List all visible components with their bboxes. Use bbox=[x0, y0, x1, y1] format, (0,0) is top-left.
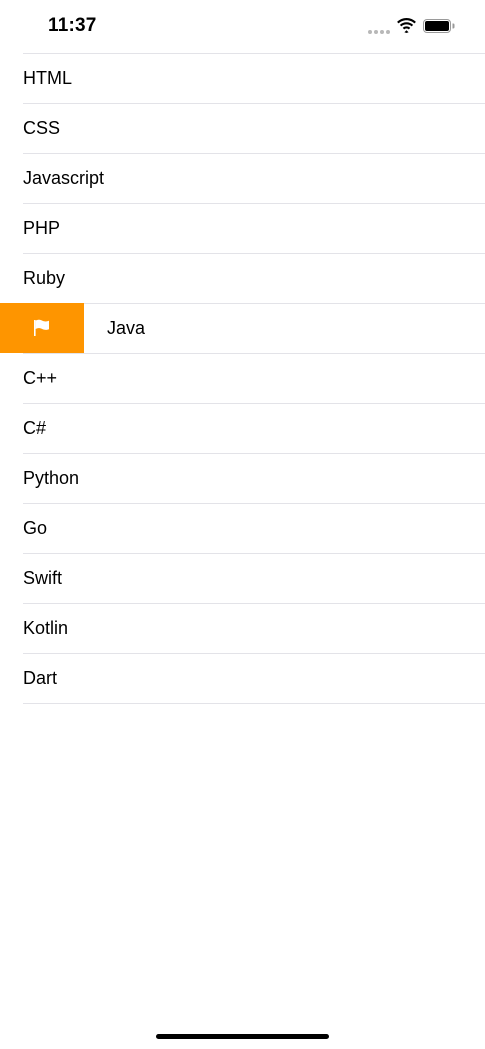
list-item[interactable]: Ruby bbox=[0, 253, 485, 303]
list-item-label: C++ bbox=[23, 368, 58, 388]
row-separator bbox=[23, 403, 485, 404]
cellular-signal-icon bbox=[368, 30, 390, 34]
list-item-content[interactable]: Kotlin bbox=[0, 603, 485, 653]
list-item-label: Swift bbox=[23, 568, 63, 588]
list-item-content[interactable]: Swift bbox=[0, 553, 485, 603]
row-separator bbox=[23, 353, 485, 354]
list-item-label: C# bbox=[23, 418, 47, 438]
row-separator bbox=[23, 53, 485, 54]
list-item-label: HTML bbox=[23, 68, 72, 88]
list-item-content[interactable]: Python bbox=[0, 453, 485, 503]
list-item-content[interactable]: C# bbox=[0, 403, 485, 453]
row-separator bbox=[23, 453, 485, 454]
list-item-label: PHP bbox=[23, 218, 61, 238]
list-item-label: Dart bbox=[23, 668, 58, 688]
list-item-label: Kotlin bbox=[23, 618, 69, 638]
list-item-label: Ruby bbox=[23, 268, 66, 288]
list-item-content[interactable]: CSS bbox=[0, 103, 485, 153]
list-item-content[interactable]: Javascript bbox=[0, 153, 485, 203]
battery-icon bbox=[423, 19, 455, 33]
list-item-content[interactable]: PHP bbox=[0, 203, 485, 253]
flag-action-button[interactable] bbox=[0, 303, 84, 353]
row-separator bbox=[23, 553, 485, 554]
list-item[interactable]: CSS bbox=[0, 103, 485, 153]
list-item[interactable]: Python bbox=[0, 453, 485, 503]
list-item-content[interactable]: Dart bbox=[0, 653, 485, 703]
list-item[interactable]: C# bbox=[0, 403, 485, 453]
list-end-separator bbox=[23, 703, 485, 704]
row-separator bbox=[84, 303, 485, 304]
list-item-content[interactable]: Ruby bbox=[0, 253, 485, 303]
list-item[interactable]: HTML bbox=[0, 53, 485, 103]
row-separator bbox=[23, 103, 485, 104]
list-item-content[interactable]: Java bbox=[84, 303, 485, 353]
list-item[interactable]: Java bbox=[0, 303, 485, 353]
list-item-label: Javascript bbox=[23, 168, 105, 188]
row-separator bbox=[23, 653, 485, 654]
list-item-content[interactable]: Go bbox=[0, 503, 485, 553]
list-item[interactable]: Kotlin bbox=[0, 603, 485, 653]
list-item-label: Go bbox=[23, 518, 48, 538]
list-item[interactable]: Dart bbox=[0, 653, 485, 703]
language-list: HTML CSS Javascript PHP Ruby Java C++ C# Python G… bbox=[0, 53, 485, 704]
list-item-label: Java bbox=[107, 318, 146, 338]
list-item-label: Python bbox=[23, 468, 80, 488]
status-time: 11:37 bbox=[48, 15, 97, 36]
list-item-content[interactable]: C++ bbox=[0, 353, 485, 403]
row-separator bbox=[23, 253, 485, 254]
flag-icon bbox=[34, 319, 49, 336]
row-separator bbox=[23, 153, 485, 154]
list-item[interactable]: PHP bbox=[0, 203, 485, 253]
row-separator bbox=[23, 203, 485, 204]
row-separator bbox=[23, 503, 485, 504]
list-item[interactable]: C++ bbox=[0, 353, 485, 403]
wifi-icon bbox=[397, 18, 416, 33]
list-item[interactable]: Go bbox=[0, 503, 485, 553]
list-item[interactable]: Swift bbox=[0, 553, 485, 603]
list-item[interactable]: Javascript bbox=[0, 153, 485, 203]
row-separator bbox=[23, 603, 485, 604]
list-item-content[interactable]: HTML bbox=[0, 53, 485, 103]
home-indicator[interactable] bbox=[156, 1034, 329, 1039]
status-bar: 11:37 bbox=[0, 0, 485, 53]
list-item-label: CSS bbox=[23, 118, 61, 138]
